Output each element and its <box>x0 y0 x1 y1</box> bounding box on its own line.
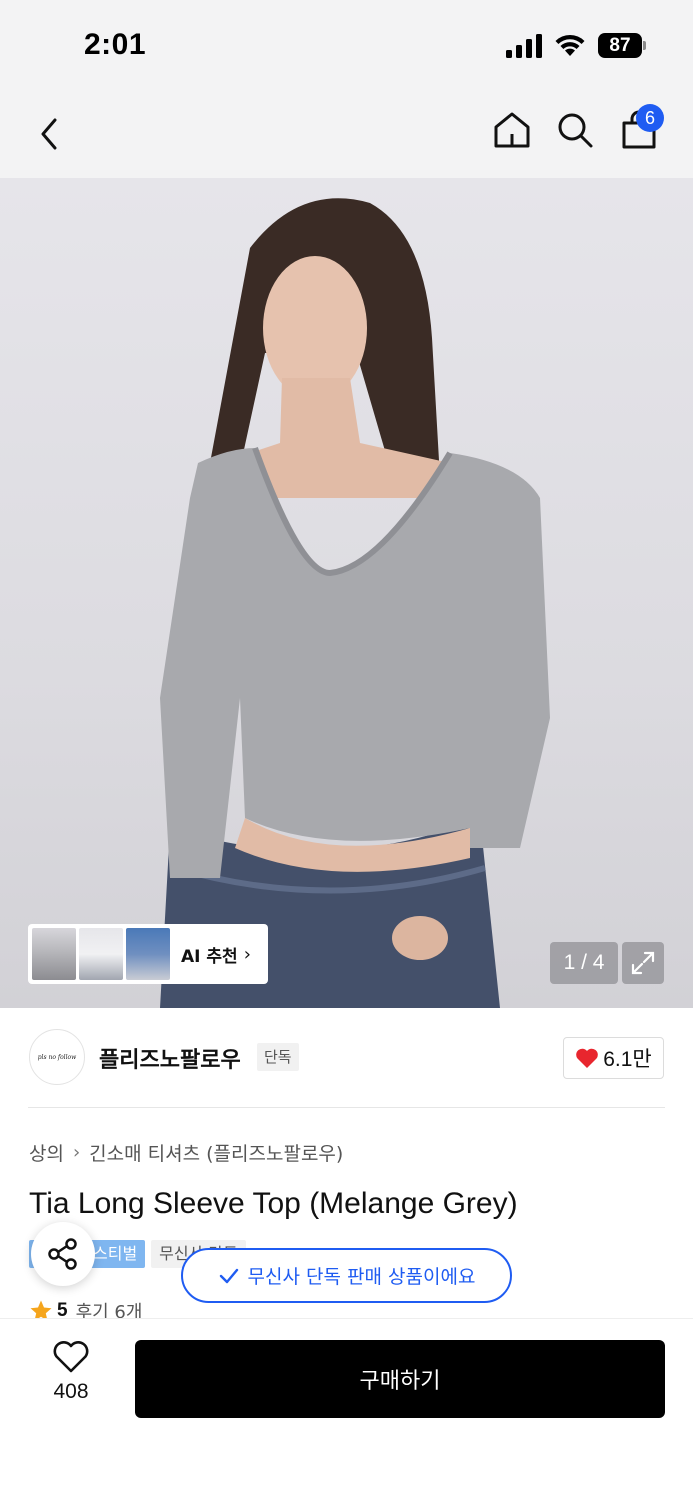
top-nav-bar <box>0 90 693 178</box>
divider <box>28 1107 665 1108</box>
brand-like-count: 6.1만 <box>603 1048 652 1071</box>
image-page-indicator: 1 / 4 <box>550 942 618 984</box>
wishlist-count: 408 <box>53 1380 89 1403</box>
brand-name[interactable]: 플리즈노팔로우 <box>99 1042 241 1074</box>
chevron-right-icon: › <box>72 1142 81 1163</box>
battery-level: 87 <box>609 35 631 56</box>
battery-icon: 87 <box>598 33 646 58</box>
wifi-icon <box>555 34 585 56</box>
breadcrumb: 상의 › 긴소매 티셔츠 (플리즈노팔로우) <box>29 1139 343 1166</box>
ai-recommend-strip[interactable]: AI 추천 › <box>28 924 268 984</box>
back-icon <box>41 118 57 150</box>
wishlist-button[interactable]: 408 <box>36 1340 106 1416</box>
breadcrumb-item-subcategory[interactable]: 긴소매 티셔츠 (플리즈노팔로우) <box>89 1139 343 1166</box>
product-title: Tia Long Sleeve Top (Melange Grey) <box>29 1187 518 1220</box>
heart-filled-icon <box>576 1048 599 1068</box>
toast-text: 무신사 단독 판매 상품이에요 <box>247 1266 476 1288</box>
expand-image-button[interactable] <box>622 942 664 984</box>
exclusive-toast: 무신사 단독 판매 상품이에요 <box>181 1248 512 1303</box>
brand-like-button[interactable]: 6.1만 <box>563 1037 664 1079</box>
status-bar: 2:01 87 <box>0 0 693 90</box>
cart-count-badge: 6 <box>636 104 664 132</box>
product-image[interactable] <box>0 178 693 1008</box>
home-button[interactable] <box>488 106 536 154</box>
status-time: 2:01 <box>84 28 147 61</box>
thumbnail-2[interactable] <box>79 928 123 980</box>
back-button[interactable] <box>26 110 74 158</box>
thumbnail-1[interactable] <box>32 928 76 980</box>
brand-logo[interactable]: pls no follow <box>29 1029 85 1085</box>
cellular-signal-icon <box>506 34 542 58</box>
search-icon <box>558 113 593 148</box>
model-photo <box>160 198 550 1008</box>
home-icon <box>494 112 530 148</box>
chevron-right-icon: › <box>243 943 251 965</box>
ai-recommend-label: AI 추천 <box>181 946 238 967</box>
buy-button[interactable]: 구매하기 <box>135 1340 665 1418</box>
thumbnail-3[interactable] <box>126 928 170 980</box>
expand-icon <box>631 951 655 975</box>
breadcrumb-item-category[interactable]: 상의 <box>29 1139 64 1166</box>
share-button[interactable] <box>31 1222 95 1286</box>
heart-outline-icon <box>53 1341 89 1373</box>
exclusive-badge: 단독 <box>257 1043 299 1071</box>
share-icon <box>48 1238 77 1270</box>
check-icon <box>219 1268 238 1283</box>
search-button[interactable] <box>551 106 599 154</box>
